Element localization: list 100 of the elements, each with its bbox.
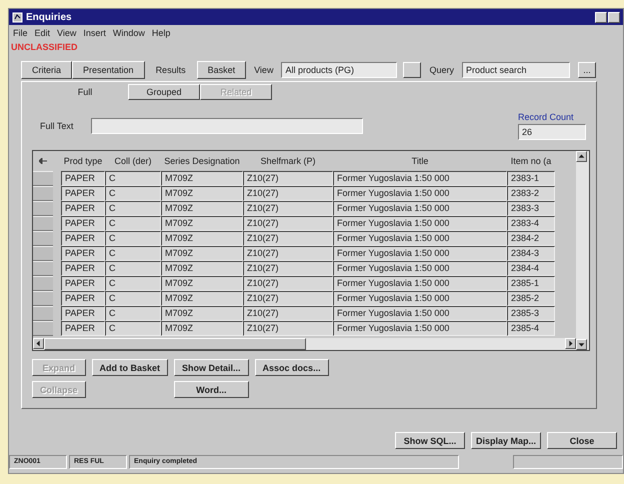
column-header[interactable]: Series Designation	[161, 156, 243, 166]
menu-item[interactable]: Window	[112, 28, 145, 38]
minimize-button[interactable]	[595, 12, 607, 22]
table-cell: Former Yugoslavia 1:50 000	[333, 186, 507, 201]
menu-item[interactable]: Edit	[34, 28, 50, 38]
row-selector[interactable]	[33, 186, 53, 201]
table-cell: PAPER	[61, 216, 105, 231]
table-cell: Z10(27)	[243, 306, 333, 321]
sort-arrow-icon	[39, 158, 47, 164]
table-cell: Z10(27)	[243, 276, 333, 291]
column-header[interactable]: Shelfmark (P)	[243, 156, 333, 166]
table-cell: M709Z	[161, 201, 243, 216]
table-cell: C	[105, 306, 161, 321]
column-header[interactable]: Item no (a	[507, 156, 555, 166]
table-cell: Z10(27)	[243, 186, 333, 201]
table-cell: 2384-3	[507, 246, 555, 261]
table-cell: 2383-4	[507, 216, 555, 231]
table-cell: 2385-4	[507, 321, 555, 336]
table-cell: Former Yugoslavia 1:50 000	[333, 276, 507, 291]
table-cell: Former Yugoslavia 1:50 000	[333, 231, 507, 246]
action-button[interactable]: Add to Basket	[92, 359, 168, 376]
table-cell: Former Yugoslavia 1:50 000	[333, 306, 507, 321]
menu-item[interactable]: Help	[152, 28, 170, 38]
tab[interactable]: Basket	[196, 61, 246, 79]
action-button[interactable]: Show Detail...	[174, 359, 249, 376]
table-cell: Z10(27)	[243, 261, 333, 276]
record-count-field: 26	[518, 124, 586, 140]
table-cell: PAPER	[61, 201, 105, 216]
table-cell: 2383-3	[507, 201, 555, 216]
table-cell: PAPER	[61, 306, 105, 321]
table-cell: M709Z	[161, 261, 243, 276]
dialog-button[interactable]: Close	[547, 432, 617, 449]
record-count-label: Record Count	[518, 112, 575, 122]
table-cell: Former Yugoslavia 1:50 000	[333, 291, 507, 306]
table-cell: PAPER	[61, 231, 105, 246]
view-field[interactable]: All products (PG)	[281, 62, 398, 78]
maximize-button[interactable]	[608, 12, 620, 22]
view-label: View	[253, 65, 274, 75]
row-selector[interactable]	[33, 261, 53, 276]
table-cell: Former Yugoslavia 1:50 000	[333, 201, 507, 216]
table-cell: C	[105, 186, 161, 201]
row-selector[interactable]	[33, 246, 53, 261]
table-cell: Former Yugoslavia 1:50 000	[333, 216, 507, 231]
view-picker-button[interactable]	[403, 62, 422, 78]
table-cell: Z10(27)	[243, 216, 333, 231]
table-cell: 2383-2	[507, 186, 555, 201]
table-cell: Former Yugoslavia 1:50 000	[333, 246, 507, 261]
row-selector[interactable]	[33, 291, 53, 306]
table-cell: M709Z	[161, 171, 243, 186]
table-cell: C	[105, 276, 161, 291]
row-selector[interactable]	[33, 171, 53, 186]
menu-item[interactable]: File	[13, 28, 28, 38]
classification-label: UNCLASSIFIED	[10, 41, 79, 53]
tab[interactable]: Criteria	[21, 61, 72, 79]
dialog-button[interactable]: Display Map...	[471, 432, 541, 449]
row-selector[interactable]	[33, 306, 53, 321]
window-title: Enquiries	[26, 12, 73, 22]
table-cell: M709Z	[161, 276, 243, 291]
menu-item[interactable]: View	[57, 28, 76, 38]
action-button[interactable]: Word...	[174, 381, 249, 398]
table-cell: Z10(27)	[243, 171, 333, 186]
query-browse-button[interactable]: ...	[578, 62, 596, 78]
row-selector[interactable]	[33, 321, 53, 336]
vertical-scrollbar[interactable]	[576, 151, 589, 350]
menu-item[interactable]: Insert	[83, 28, 106, 38]
table-cell: Former Yugoslavia 1:50 000	[333, 261, 507, 276]
table-cell: C	[105, 171, 161, 186]
row-selector[interactable]	[33, 201, 53, 216]
full-text-field[interactable]	[91, 118, 364, 134]
table-cell: C	[105, 216, 161, 231]
column-header[interactable]: Coll (der)	[105, 156, 161, 166]
table-cell: C	[105, 321, 161, 336]
table-cell: 2384-2	[507, 231, 555, 246]
table-cell: M709Z	[161, 306, 243, 321]
table-cell: PAPER	[61, 291, 105, 306]
table-cell: Z10(27)	[243, 201, 333, 216]
query-field[interactable]: Product search	[462, 62, 570, 78]
table-cell: C	[105, 291, 161, 306]
dialog-button[interactable]: Show SQL...	[395, 432, 465, 449]
app-icon	[12, 12, 23, 22]
table-cell: Z10(27)	[243, 321, 333, 336]
table-cell: M709Z	[161, 291, 243, 306]
row-selector[interactable]	[33, 231, 53, 246]
table-cell: Former Yugoslavia 1:50 000	[333, 321, 507, 336]
action-button[interactable]: Assoc docs...	[254, 359, 329, 376]
scroll-thumb[interactable]	[44, 338, 306, 350]
column-header[interactable]: Title	[333, 156, 507, 166]
table-cell: Former Yugoslavia 1:50 000	[333, 171, 507, 186]
table-cell: C	[105, 261, 161, 276]
row-selector[interactable]	[33, 216, 53, 231]
column-header[interactable]: Prod type	[61, 156, 105, 166]
table-cell: 2384-4	[507, 261, 555, 276]
table-cell: PAPER	[61, 276, 105, 291]
row-selector[interactable]	[33, 276, 53, 291]
table-cell: M709Z	[161, 216, 243, 231]
tab[interactable]: Presentation	[72, 61, 145, 79]
subtab[interactable]: Grouped	[128, 84, 200, 100]
table-cell: M709Z	[161, 246, 243, 261]
horizontal-scrollbar[interactable]	[33, 338, 576, 350]
table-cell: PAPER	[61, 171, 105, 186]
